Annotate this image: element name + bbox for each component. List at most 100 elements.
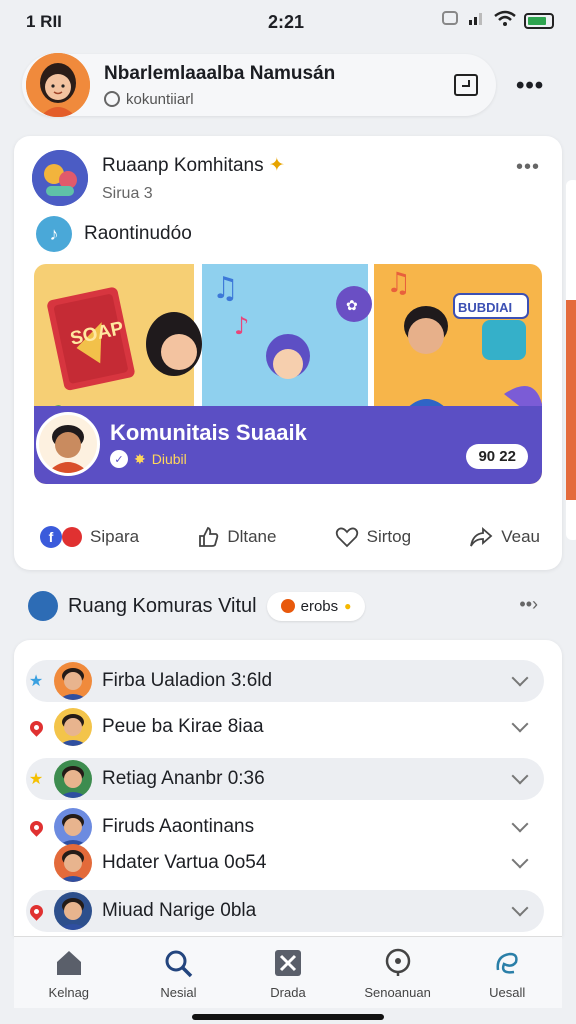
chip-star-icon: ● (344, 599, 352, 613)
nav-user[interactable]: Uesall (457, 937, 557, 1008)
search-icon (165, 950, 193, 978)
pin-icon (26, 817, 46, 837)
avatar (54, 808, 92, 846)
chevron-down-icon[interactable] (511, 899, 529, 917)
star-icon: ★ (28, 771, 44, 788)
chip-dot-icon (280, 599, 295, 613)
community-list: ★ Firba Ualadion 3:6ld Peue ba Kirae 8iaa ★… (14, 640, 562, 936)
svg-text:✿: ✿ (346, 298, 358, 314)
room-avatar (28, 591, 58, 621)
action-share[interactable]: Veau (469, 526, 540, 548)
list-item-label: Firuds Aaontinans (102, 816, 255, 837)
chevron-down-icon[interactable] (511, 851, 529, 869)
thumb-icon (199, 526, 219, 547)
pin-icon (26, 901, 46, 921)
list-item[interactable]: ★ Firba Ualadion 3:6ld (26, 660, 544, 702)
list-item[interactable]: Hdater Vartua 0o54 (26, 842, 544, 884)
list-item-label: Retiag Ananbr 0:36 (102, 768, 265, 789)
share-icon (470, 527, 493, 547)
post-actions: f Sipara Dltane Sirtog Veau (40, 526, 540, 548)
list-item-label: Peue ba Kirae 8iaa (102, 716, 264, 737)
profile-name: Nbarlemlaaalba Namusán (104, 62, 336, 84)
location-dot-icon (62, 527, 82, 547)
next-card-peek (562, 180, 576, 540)
more-options-icon[interactable]: ••• (516, 72, 544, 100)
chevron-down-icon[interactable] (511, 669, 529, 687)
post-card: Ruaanp Komhitans ✦ Sirua 3 ••• ♪ Raontin… (14, 136, 562, 570)
avatar (54, 892, 92, 930)
sign-label: BUBDIAI (458, 300, 512, 315)
room-title: Ruang Komuras Vitul (68, 594, 257, 617)
battery-icon (524, 12, 554, 29)
profile-handle-row: kokuntiiarl (104, 91, 454, 108)
chevron-down-icon[interactable] (511, 715, 529, 733)
sim-icon (442, 10, 460, 31)
hero-star-icon: ✸ (134, 450, 146, 467)
avatar (54, 708, 92, 746)
music-note-icon: ♪ (36, 216, 72, 252)
profile-handle: kokuntiiarl (126, 90, 194, 108)
svg-text:♫: ♫ (212, 271, 239, 306)
svg-text:♪: ♪ (234, 312, 249, 340)
facebook-icon: f (40, 526, 62, 548)
nav-label: Drada (270, 985, 306, 1000)
caption-text: Raontinudóo (84, 223, 192, 244)
nav-label: Senoanuan (364, 985, 431, 1000)
pin-icon (26, 717, 46, 737)
swirl-icon (496, 952, 518, 974)
wifi-icon (494, 10, 516, 31)
room-chip[interactable]: erobs ● (266, 591, 366, 621)
list-item[interactable]: Miuad Narige 0bla (26, 890, 544, 932)
nav-center[interactable]: Drada (238, 937, 338, 1008)
nav-label: Nesial (160, 985, 197, 1000)
svg-text:♫: ♫ (386, 266, 411, 299)
list-item[interactable]: Peue ba Kirae 8iaa (26, 706, 544, 748)
action-label: Veau (501, 527, 540, 546)
action-like[interactable]: Dltane (197, 526, 276, 548)
post-header: Ruaanp Komhitans ✦ Sirua 3 (32, 150, 285, 206)
action-share-fb[interactable]: f Sipara (40, 526, 139, 548)
community-room-row[interactable]: Ruang Komuras Vitul erobs ● ••› (28, 588, 548, 624)
edit-square-icon[interactable] (454, 74, 478, 96)
action-love[interactable]: Sirtog (335, 526, 411, 548)
nav-home[interactable]: Kelnag (19, 937, 119, 1008)
nav-location[interactable]: Senoanuan (348, 937, 448, 1008)
location-icon (385, 948, 410, 976)
post-more-icon[interactable]: ••• (516, 156, 540, 179)
avatar[interactable] (26, 53, 90, 117)
action-label: Sipara (90, 527, 140, 546)
room-more-icon[interactable]: ••› (519, 594, 538, 615)
profile-header[interactable]: Nbarlemlaaalba Namusán kokuntiiarl (22, 53, 496, 117)
bottom-nav: Kelnag Nesial Drada Senoanuan Uesall (14, 936, 562, 1008)
avatar (54, 844, 92, 882)
home-indicator[interactable] (192, 1014, 384, 1020)
clock: 2:21 (268, 12, 305, 32)
list-item-label: Hdater Vartua 0o54 (102, 852, 267, 873)
verified-icon: ✓ (110, 450, 128, 468)
nav-label: Kelnag (48, 985, 90, 1000)
post-image[interactable]: SOAP ♫ ♪ ✿ ♫ BUBDIAI Komunitais Suaaik ✓… (34, 264, 542, 484)
close-box-icon (274, 950, 301, 976)
hero-avatar[interactable] (36, 412, 100, 476)
battery-level (528, 16, 546, 25)
nav-search[interactable]: Nesial (128, 937, 228, 1008)
hero-badge[interactable]: 90 22 (466, 444, 528, 469)
post-caption: ♪ Raontinudóo (36, 216, 192, 252)
hero-title: Komunitais Suaaik (110, 420, 307, 445)
home-icon (56, 951, 81, 975)
star-icon: ★ (28, 673, 44, 690)
signal-icon (468, 10, 486, 31)
chevron-down-icon[interactable] (511, 767, 529, 785)
carrier-label: 1 RII (26, 12, 62, 31)
sparkle-icon: ✦ (268, 154, 285, 176)
chevron-down-icon[interactable] (511, 815, 529, 833)
list-item[interactable]: ★ Retiag Ananbr 0:36 (26, 758, 544, 800)
hero-banner: Komunitais Suaaik ✓ ✸ Diubil 90 22 (34, 406, 542, 484)
action-label: Sirtog (366, 527, 412, 546)
group-avatar[interactable] (32, 150, 88, 206)
group-name[interactable]: Ruaanp Komhitans ✦ (102, 154, 285, 177)
list-item-label: Firba Ualadion 3:6ld (102, 670, 273, 691)
nav-label: Uesall (489, 985, 526, 1000)
list-item-label: Miuad Narige 0bla (102, 900, 257, 921)
group-subtitle: Sirua 3 (102, 184, 153, 202)
